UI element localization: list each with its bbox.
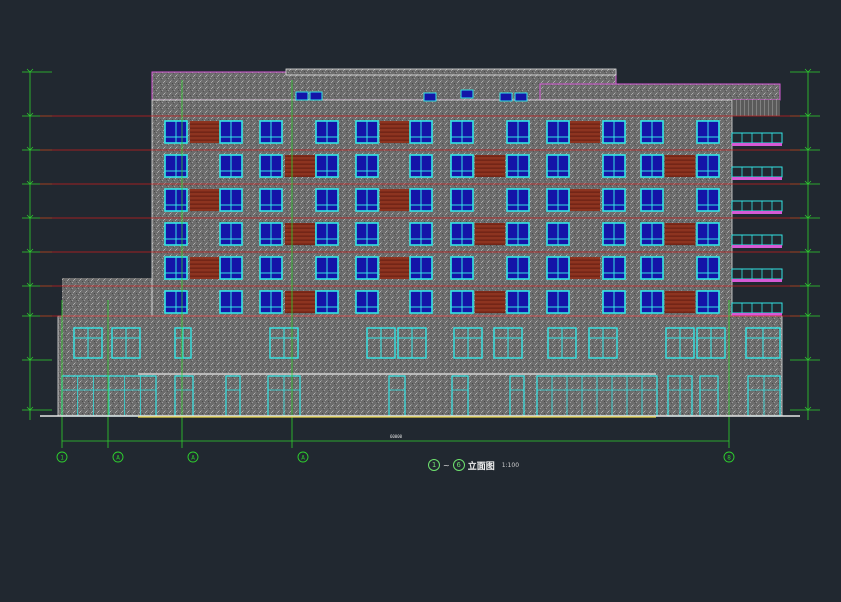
roof-window	[423, 92, 437, 102]
brick-panel	[190, 189, 220, 211]
drawing-title: 立面图	[467, 461, 495, 472]
roof-window	[514, 92, 528, 102]
balcony-rail	[731, 268, 783, 280]
brick-panel	[665, 223, 695, 245]
brick-panel	[190, 121, 220, 143]
brick-panel	[475, 155, 505, 177]
balcony-slab	[732, 177, 782, 180]
level-triangle	[804, 68, 812, 73]
balcony-slab	[732, 313, 782, 316]
elevation-drawing: 60000 1 A A A 8	[22, 68, 820, 463]
brick-panel	[380, 121, 410, 143]
balcony-rail	[731, 166, 783, 178]
balcony-slab	[732, 211, 782, 214]
axis-label: A	[301, 455, 305, 462]
balcony-rail	[731, 302, 783, 314]
title-connector: ~	[443, 460, 450, 470]
axis-label: 1	[60, 455, 64, 462]
level-triangle	[26, 68, 34, 73]
level-marks-left	[22, 68, 52, 420]
roof-left-step	[62, 278, 162, 318]
brick-panel	[285, 223, 315, 245]
axis-label: A	[191, 455, 195, 462]
roof-window	[460, 89, 474, 99]
brick-panel	[285, 291, 315, 313]
brick-panel	[665, 291, 695, 313]
roof-window	[309, 91, 323, 101]
brick-panel	[475, 223, 505, 245]
axis-label: 8	[727, 455, 731, 462]
total-dimension-label: 60000	[390, 434, 403, 439]
brick-panel	[285, 155, 315, 177]
balcony-stack	[731, 132, 783, 316]
brick-panel	[380, 189, 410, 211]
balcony-slab	[732, 143, 782, 146]
drawing-scale: 1:100	[501, 461, 520, 469]
brick-panel	[190, 257, 220, 279]
axis-label: A	[116, 455, 120, 462]
balcony-louver-top	[732, 100, 780, 116]
roof-window	[499, 92, 513, 102]
drawing-title-block: 1 ~ 6 立面图 1:100	[428, 458, 519, 472]
balcony-slab	[732, 245, 782, 248]
roof-upper-stair	[285, 68, 617, 76]
title-axis-end: 6	[452, 459, 465, 471]
brick-panel	[570, 189, 600, 211]
level-marks-right	[790, 68, 820, 420]
podium-facade	[57, 315, 783, 417]
balcony-rail	[731, 234, 783, 246]
brick-panel	[665, 155, 695, 177]
roof-right-step	[539, 83, 781, 101]
brick-panel	[570, 257, 600, 279]
brick-panel	[570, 121, 600, 143]
axis-bubbles: 1 A A A 8	[56, 451, 735, 463]
balcony-slab	[732, 279, 782, 282]
brick-panel	[475, 291, 505, 313]
balcony-rail	[731, 132, 783, 144]
balcony-rail	[731, 200, 783, 212]
roof-window	[295, 91, 309, 101]
title-axis-start: 1	[428, 459, 440, 471]
brick-panel	[380, 257, 410, 279]
